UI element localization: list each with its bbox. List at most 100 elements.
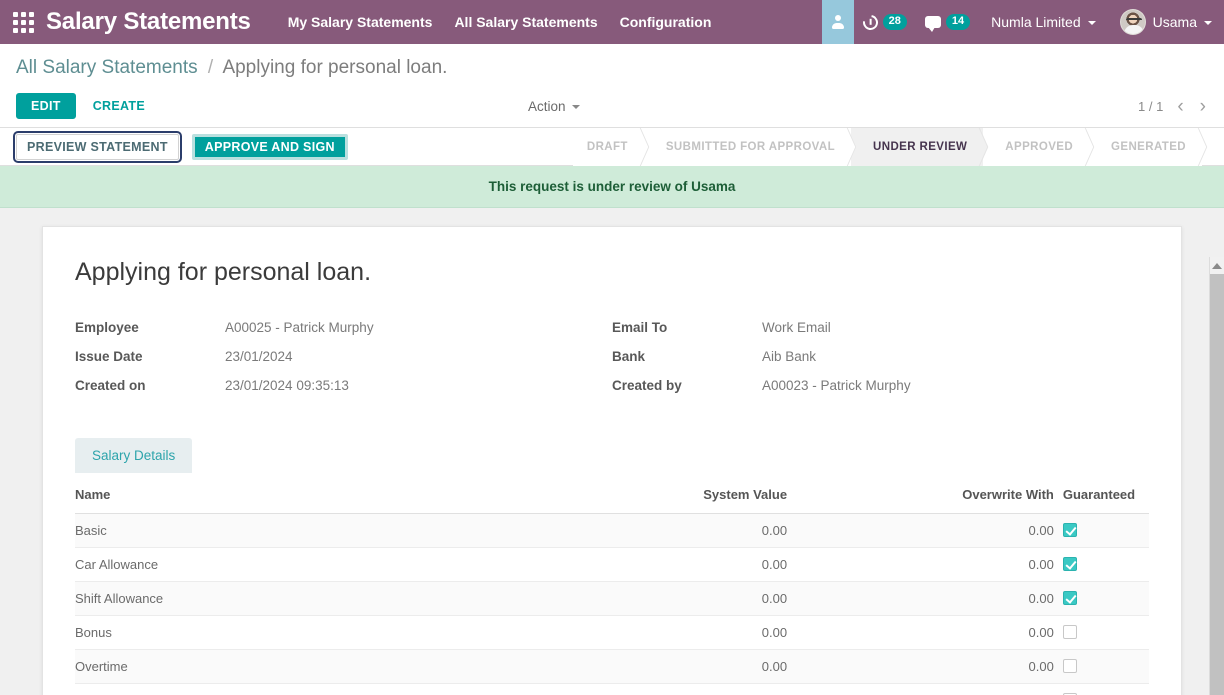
nav-item-all-salary-statements[interactable]: All Salary Statements: [443, 0, 608, 44]
table-row[interactable]: Basic 0.00 0.00: [75, 513, 1149, 548]
column-header-overwrite-with: Overwrite With: [787, 487, 1054, 514]
cell-system-value: 0.00: [521, 683, 788, 695]
approve-and-sign-button[interactable]: APPROVE AND SIGN: [191, 133, 348, 160]
cell-name: Car Allowance: [75, 547, 522, 582]
status-stage-draft[interactable]: DRAFT: [572, 127, 644, 166]
field-created-on: Created on 23/01/2024 09:35:13: [75, 375, 612, 396]
activities-menu[interactable]: 28: [854, 0, 916, 44]
table-row[interactable]: Overtime 0.00 0.00: [75, 649, 1149, 684]
app-brand-title[interactable]: Salary Statements: [46, 0, 277, 44]
form-column-left: Employee A00025 - Patrick Murphy Issue D…: [75, 317, 612, 404]
guaranteed-checkbox[interactable]: [1062, 625, 1077, 639]
status-stage-submitted-for-approval[interactable]: SUBMITTED FOR APPROVAL: [643, 127, 852, 166]
table-row[interactable]: Commission 0.00 0.00: [75, 683, 1149, 695]
form-column-right: Email To Work Email Bank Aib Bank Create…: [612, 317, 1149, 404]
cell-name: Basic: [75, 513, 522, 548]
field-label: Employee: [75, 320, 139, 335]
cell-guaranteed: [1053, 581, 1149, 616]
create-button[interactable]: CREATE: [80, 93, 158, 119]
user-menu[interactable]: Usama: [1108, 0, 1224, 44]
breadcrumb: All Salary Statements / Applying for per…: [16, 44, 1208, 85]
nav-item-configuration[interactable]: Configuration: [609, 0, 723, 44]
field-bank: Bank Aib Bank: [612, 346, 1149, 367]
guaranteed-checkbox[interactable]: [1062, 557, 1077, 571]
chat-bubble-icon: [924, 16, 941, 32]
action-dropdown[interactable]: Action: [528, 99, 580, 114]
grid-apps-icon: [12, 11, 34, 33]
pager: 1 / 1 ‹ ›: [1138, 97, 1208, 116]
field-value[interactable]: Aib Bank: [762, 346, 816, 367]
cell-overwrite-with: 0.00: [787, 615, 1054, 650]
table-header-row: Name System Value Overwrite With Guarant…: [75, 487, 1149, 514]
field-issue-date: Issue Date 23/01/2024: [75, 346, 612, 367]
chevron-down-icon: [1204, 21, 1212, 25]
field-label: Created by: [612, 378, 682, 393]
cell-name: Overtime: [75, 649, 522, 684]
cell-overwrite-with: 0.00: [787, 513, 1054, 548]
cell-guaranteed: [1053, 513, 1149, 548]
status-pipeline: DRAFT SUBMITTED FOR APPROVAL UNDER REVIE…: [572, 127, 1224, 166]
top-navbar: Salary Statements My Salary Statements A…: [0, 0, 1224, 44]
guaranteed-checkbox[interactable]: [1062, 659, 1077, 673]
breadcrumb-current: Applying for personal loan.: [222, 57, 448, 78]
content-area: PREVIEW STATEMENT APPROVE AND SIGN DRAFT…: [0, 127, 1224, 695]
cell-overwrite-with: 0.00: [787, 581, 1054, 616]
scrollbar-thumb[interactable]: [1210, 274, 1224, 695]
guaranteed-checkbox[interactable]: [1062, 523, 1077, 537]
status-stage-generated[interactable]: GENERATED: [1089, 127, 1202, 166]
avatar: [1119, 9, 1146, 35]
field-employee: Employee A00025 - Patrick Murphy: [75, 317, 612, 338]
column-header-system-value: System Value: [521, 487, 788, 514]
field-value[interactable]: Work Email: [762, 317, 831, 338]
column-header-guaranteed: Guaranteed: [1053, 487, 1149, 514]
edit-button[interactable]: EDIT: [16, 93, 76, 119]
user-name: Usama: [1152, 14, 1197, 30]
form-statusbar-row: PREVIEW STATEMENT APPROVE AND SIGN DRAFT…: [0, 127, 1224, 166]
apps-menu-button[interactable]: [0, 0, 46, 44]
cell-system-value: 0.00: [521, 547, 788, 582]
field-value: 23/01/2024 09:35:13: [225, 378, 349, 393]
status-banner: This request is under review of Usama: [0, 166, 1224, 208]
status-stage-approved[interactable]: APPROVED: [983, 127, 1090, 166]
guaranteed-checkbox[interactable]: [1062, 591, 1077, 605]
notebook-tabs: Salary Details: [75, 438, 1149, 473]
field-value[interactable]: 23/01/2024: [225, 346, 293, 367]
field-value[interactable]: A00025 - Patrick Murphy: [225, 317, 374, 338]
cell-overwrite-with: 0.00: [787, 683, 1054, 695]
chevron-down-icon: [1087, 21, 1096, 25]
cell-overwrite-with: 0.00: [787, 649, 1054, 684]
chevron-down-icon: [571, 105, 580, 109]
vertical-scrollbar[interactable]: [1209, 257, 1224, 695]
sheet-container: Applying for personal loan. Employee A00…: [0, 208, 1224, 695]
control-panel: All Salary Statements / Applying for per…: [0, 44, 1224, 128]
form-sheet: Applying for personal loan. Employee A00…: [42, 226, 1182, 695]
field-label: Bank: [612, 349, 646, 364]
field-email-to: Email To Work Email: [612, 317, 1149, 338]
field-label: Email To: [612, 320, 668, 335]
tab-salary-details[interactable]: Salary Details: [75, 438, 193, 473]
table-row[interactable]: Shift Allowance 0.00 0.00: [75, 581, 1149, 616]
pager-next-icon[interactable]: ›: [1198, 97, 1208, 116]
table-body: Basic 0.00 0.00 Car Allowance 0.00 0.00 …: [75, 513, 1149, 695]
nav-item-my-salary-statements[interactable]: My Salary Statements: [277, 0, 444, 44]
messaging-count-badge: 14: [945, 14, 971, 30]
messaging-menu[interactable]: 14: [916, 0, 979, 44]
company-switcher[interactable]: Numla Limited: [979, 0, 1107, 44]
page-title: Applying for personal loan.: [75, 258, 372, 286]
column-header-name: Name: [75, 487, 522, 514]
cell-system-value: 0.00: [521, 581, 788, 616]
activity-clock-icon: [859, 11, 881, 33]
table-row[interactable]: Car Allowance 0.00 0.00: [75, 547, 1149, 582]
breadcrumb-root-link[interactable]: All Salary Statements: [16, 57, 198, 78]
pager-previous-icon[interactable]: ‹: [1175, 97, 1185, 116]
table-row[interactable]: Bonus 0.00 0.00: [75, 615, 1149, 650]
cell-system-value: 0.00: [521, 513, 788, 548]
preview-statement-button[interactable]: PREVIEW STATEMENT: [13, 130, 182, 163]
field-value: A00023 - Patrick Murphy: [762, 378, 911, 393]
systray-person-button[interactable]: [821, 0, 854, 44]
action-dropdown-label: Action: [528, 98, 566, 114]
status-stage-under-review[interactable]: UNDER REVIEW: [851, 127, 984, 166]
cell-name: Shift Allowance: [75, 581, 522, 616]
scroll-up-arrow-icon[interactable]: [1210, 257, 1224, 274]
table-header: Name System Value Overwrite With Guarant…: [75, 487, 1149, 514]
